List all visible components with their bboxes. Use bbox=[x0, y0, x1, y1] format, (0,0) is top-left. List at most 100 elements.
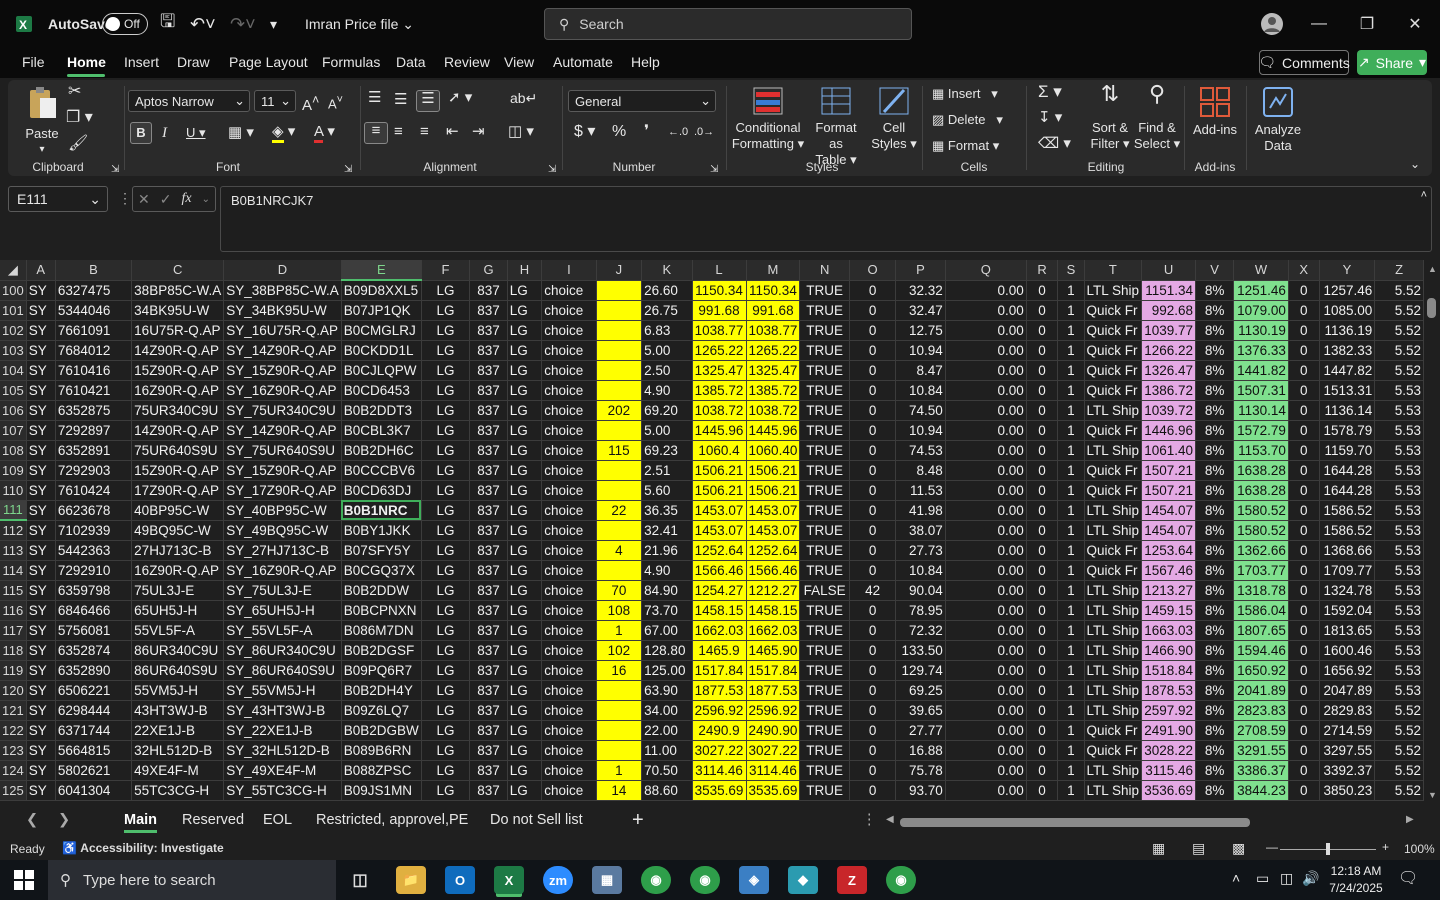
cell-m[interactable]: 1458.15 bbox=[746, 600, 801, 621]
cell-l[interactable]: 1458.15 bbox=[692, 600, 747, 621]
cell-x[interactable]: 0 bbox=[1288, 780, 1320, 801]
file-explorer-icon[interactable]: 📁 bbox=[396, 866, 426, 894]
cell-m[interactable]: 1877.53 bbox=[746, 680, 801, 701]
cell-l[interactable]: 1465.9 bbox=[692, 640, 747, 661]
cell-t[interactable]: LTL Ship bbox=[1084, 680, 1143, 701]
cell-q[interactable]: 0.00 bbox=[945, 540, 1027, 561]
cell-s[interactable]: 1 bbox=[1057, 460, 1085, 481]
cell-c[interactable]: 65UH5J-H bbox=[131, 600, 225, 621]
cell-b[interactable]: 7102939 bbox=[55, 520, 133, 541]
cell-e[interactable]: B0BCPNXN bbox=[341, 600, 422, 621]
autosave-toggle[interactable]: Off bbox=[102, 0, 148, 48]
formula-input[interactable]: B0B1NRCJK7 ˄ bbox=[220, 186, 1432, 252]
cell-n[interactable]: TRUE bbox=[799, 740, 850, 761]
cell-x[interactable]: 0 bbox=[1288, 640, 1320, 661]
cell-q[interactable]: 0.00 bbox=[945, 700, 1027, 721]
cell-d[interactable]: SY_55TC3CG-H bbox=[223, 780, 342, 801]
cell-v[interactable]: 8% bbox=[1195, 320, 1235, 341]
cell-v[interactable]: 8% bbox=[1195, 720, 1235, 741]
column-header-u[interactable]: U bbox=[1141, 260, 1197, 281]
cell-h[interactable]: LG bbox=[507, 500, 543, 521]
column-header-r[interactable]: R bbox=[1026, 260, 1059, 281]
cell-b[interactable]: 6846466 bbox=[55, 600, 133, 621]
cell-d[interactable]: SY_17Z90R-Q.AP bbox=[223, 480, 342, 501]
copy-icon[interactable]: ❐ ▾ bbox=[66, 110, 93, 126]
cell-e[interactable]: B0B2DDT3 bbox=[341, 400, 422, 421]
cell-v[interactable]: 8% bbox=[1195, 760, 1235, 781]
paste-button[interactable]: Paste ▾ bbox=[22, 86, 62, 158]
cell-j[interactable] bbox=[596, 460, 643, 481]
cell-f[interactable]: LG bbox=[421, 700, 471, 721]
cell-c[interactable]: 75UL3J-E bbox=[131, 580, 225, 601]
cell-i[interactable]: choice bbox=[541, 480, 597, 501]
cell-n[interactable]: TRUE bbox=[799, 280, 850, 301]
cell-x[interactable]: 0 bbox=[1288, 560, 1320, 581]
cell-w[interactable]: 1130.19 bbox=[1233, 320, 1289, 341]
cell-j[interactable] bbox=[596, 360, 643, 381]
tab-draw[interactable]: Draw bbox=[177, 54, 210, 70]
cell-c[interactable]: 55VL5F-A bbox=[131, 620, 225, 641]
cell-d[interactable]: SY_15Z90R-Q.AP bbox=[223, 460, 342, 481]
cell-n[interactable]: TRUE bbox=[799, 760, 850, 781]
cell-r[interactable]: 0 bbox=[1026, 280, 1059, 301]
tab-home[interactable]: Home bbox=[67, 54, 106, 70]
format-painter-icon[interactable]: 🖌 bbox=[68, 136, 88, 152]
cell-p[interactable]: 74.53 bbox=[895, 440, 946, 461]
app-icon-2[interactable]: ◆ bbox=[788, 866, 818, 894]
cell-h[interactable]: LG bbox=[507, 420, 543, 441]
cell-t[interactable]: Quick Fr bbox=[1084, 420, 1143, 441]
cell-c[interactable]: 55TC3CG-H bbox=[131, 780, 225, 801]
cell-o[interactable]: 0 bbox=[849, 740, 897, 761]
cell-j[interactable] bbox=[596, 320, 643, 341]
cell-j[interactable]: 108 bbox=[596, 600, 643, 621]
scroll-up-icon[interactable]: ▲ bbox=[1428, 264, 1437, 274]
cell-o[interactable]: 0 bbox=[849, 720, 897, 741]
cell-f[interactable]: LG bbox=[421, 280, 471, 301]
cell-p[interactable]: 69.25 bbox=[895, 680, 946, 701]
cell-r[interactable]: 0 bbox=[1026, 380, 1059, 401]
fill-icon[interactable]: ↧ ▾ bbox=[1038, 110, 1062, 126]
cell-v[interactable]: 8% bbox=[1195, 300, 1235, 321]
cell-b[interactable]: 6352890 bbox=[55, 660, 133, 681]
scroll-left-icon[interactable]: ◀ bbox=[886, 814, 894, 825]
cell-j[interactable]: 16 bbox=[596, 660, 643, 681]
cell-q[interactable]: 0.00 bbox=[945, 420, 1027, 441]
cell-o[interactable]: 0 bbox=[849, 600, 897, 621]
row-header[interactable]: 115 bbox=[0, 580, 27, 601]
cell-q[interactable]: 0.00 bbox=[945, 300, 1027, 321]
accessibility-button[interactable]: ♿ Accessibility: Investigate bbox=[62, 841, 224, 855]
cell-y[interactable]: 1709.77 bbox=[1319, 560, 1376, 581]
cell-i[interactable]: choice bbox=[541, 680, 597, 701]
cell-z[interactable]: 5.52 bbox=[1374, 340, 1424, 361]
cell-s[interactable]: 1 bbox=[1057, 780, 1085, 801]
cell-o[interactable]: 0 bbox=[849, 360, 897, 381]
cell-n[interactable]: TRUE bbox=[799, 380, 850, 401]
cell-j[interactable]: 22 bbox=[596, 500, 643, 521]
cell-s[interactable]: 1 bbox=[1057, 600, 1085, 621]
cell-p[interactable]: 11.53 bbox=[895, 480, 946, 501]
cell-g[interactable]: 837 bbox=[469, 480, 508, 501]
cell-k[interactable]: 2.51 bbox=[641, 460, 693, 481]
cell-i[interactable]: choice bbox=[541, 600, 597, 621]
cell-v[interactable]: 8% bbox=[1195, 340, 1235, 361]
cell-v[interactable]: 8% bbox=[1195, 360, 1235, 381]
customize-qat-icon[interactable]: ▾ bbox=[270, 0, 277, 48]
cell-b[interactable]: 5664815 bbox=[55, 740, 133, 761]
cell-y[interactable]: 1600.46 bbox=[1319, 640, 1376, 661]
cell-x[interactable]: 0 bbox=[1288, 480, 1320, 501]
borders-icon[interactable]: ▦ ▾ bbox=[228, 125, 254, 141]
cell-styles-button[interactable]: Cell Styles ▾ bbox=[870, 86, 918, 152]
number-launcher-icon[interactable]: ⇲ bbox=[710, 162, 718, 178]
cell-c[interactable]: 16Z90R-Q.AP bbox=[131, 560, 225, 581]
cell-a[interactable]: SY bbox=[26, 380, 56, 401]
cell-k[interactable]: 36.35 bbox=[641, 500, 693, 521]
cell-u[interactable]: 1459.15 bbox=[1141, 600, 1197, 621]
cell-d[interactable]: SY_16U75R-Q.AP bbox=[223, 320, 342, 341]
cell-w[interactable]: 1650.92 bbox=[1233, 660, 1289, 681]
cell-o[interactable]: 0 bbox=[849, 540, 897, 561]
cell-a[interactable]: SY bbox=[26, 400, 56, 421]
cell-f[interactable]: LG bbox=[421, 440, 471, 461]
cell-n[interactable]: TRUE bbox=[799, 600, 850, 621]
cell-h[interactable]: LG bbox=[507, 540, 543, 561]
spreadsheet-grid[interactable]: ◢ A B C D E F G H I J K L M N O P Q R S T U V W X Y Z 100 SY 6327475… bbox=[0, 260, 1424, 805]
